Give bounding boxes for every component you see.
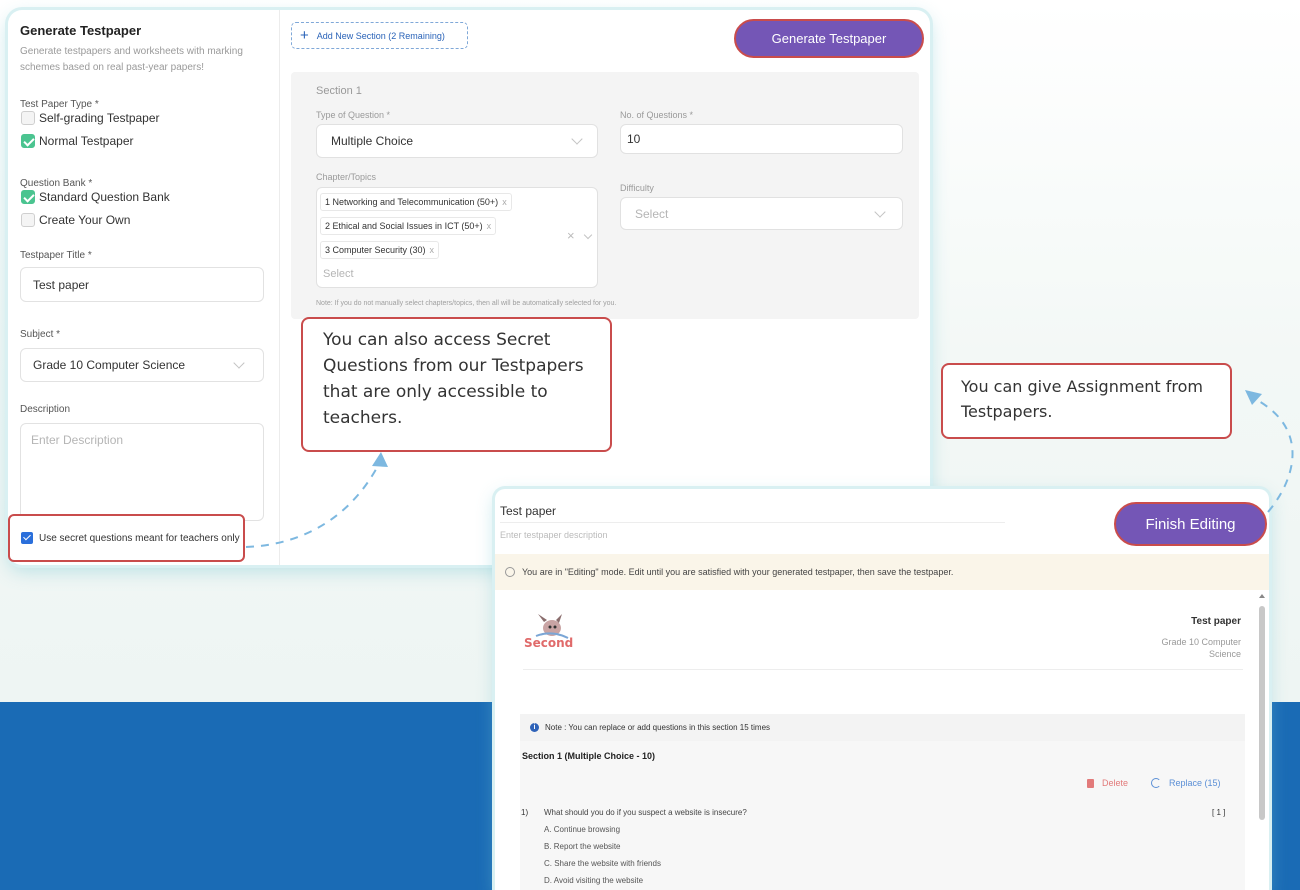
- checkbox-checked-icon[interactable]: [21, 190, 35, 204]
- arrowhead-icon: [1245, 390, 1262, 405]
- add-section-button[interactable]: + Add New Section (2 Remaining): [291, 22, 468, 49]
- divider: [500, 522, 1005, 523]
- plus-icon: +: [300, 27, 309, 44]
- description-label: Description: [20, 404, 71, 415]
- difficulty-label: Difficulty: [620, 183, 654, 193]
- panel-title: Generate Testpaper: [20, 23, 142, 38]
- secret-questions-label: Use secret questions meant for teachers …: [39, 532, 240, 544]
- editing-mode-banner: You are in "Editing" mode. Edit until yo…: [495, 554, 1269, 590]
- paper-type-label-text: Self-grading Testpaper: [39, 111, 160, 125]
- chapter-tag-label: 3 Computer Security (30): [325, 245, 426, 255]
- chapters-label: Chapter/Topics: [316, 172, 377, 182]
- replace-button[interactable]: Replace (15): [1151, 778, 1221, 788]
- question-bank-standard[interactable]: Standard Question Bank: [21, 190, 170, 204]
- scrollbar-thumb[interactable]: [1259, 606, 1265, 820]
- question-bank-label: Question Bank *: [20, 178, 93, 189]
- info-icon: i: [530, 723, 539, 732]
- checkbox-checked-icon[interactable]: [21, 532, 33, 544]
- svg-text:Second: Second: [524, 636, 573, 650]
- edit-icon: [505, 567, 515, 577]
- trash-icon: [1087, 778, 1094, 788]
- logo-icon: Second: [524, 614, 573, 650]
- paper-title: Test paper: [1191, 616, 1241, 627]
- question-bank-custom[interactable]: Create Your Own: [21, 213, 130, 227]
- answer-option: D. Avoid visiting the website: [544, 876, 644, 885]
- chapter-tag[interactable]: 1 Networking and Telecommunication (50+)…: [320, 193, 512, 211]
- settings-column: Generate Testpaper Generate testpapers a…: [8, 10, 280, 565]
- subject-value: Grade 10 Computer Science: [33, 358, 186, 372]
- chevron-down-icon: [583, 230, 593, 240]
- delete-label: Delete: [1102, 778, 1129, 788]
- question-number: 1): [521, 808, 529, 817]
- chapters-multiselect[interactable]: 1 Networking and Telecommunication (50+)…: [316, 187, 598, 288]
- section-heading: Section 1 (Multiple Choice - 10): [522, 751, 656, 761]
- answer-option: B. Report the website: [544, 842, 621, 851]
- chapter-tag-label: 2 Ethical and Social Issues in ICT (50+): [325, 221, 483, 231]
- question-type-value: Multiple Choice: [331, 134, 414, 148]
- checkbox-icon[interactable]: [21, 213, 35, 227]
- secret-questions-toggle[interactable]: Use secret questions meant for teachers …: [8, 514, 245, 562]
- generate-testpaper-button[interactable]: Generate Testpaper: [734, 19, 924, 58]
- refresh-icon: [1151, 778, 1161, 788]
- question-marks: [ 1 ]: [1212, 808, 1226, 817]
- remove-tag-icon[interactable]: x: [430, 245, 435, 255]
- subject-select[interactable]: Grade 10 Computer Science: [20, 348, 264, 382]
- editing-mode-text: You are in "Editing" mode. Edit until yo…: [522, 567, 954, 577]
- chevron-down-icon: [233, 357, 245, 369]
- chapter-tag[interactable]: 2 Ethical and Social Issues in ICT (50+)…: [320, 217, 497, 235]
- replace-note-text: Note : You can replace or add questions …: [545, 723, 771, 732]
- add-section-label: Add New Section (2 Remaining): [316, 30, 445, 41]
- panel-description: Generate testpapers and worksheets with …: [20, 46, 243, 73]
- finish-editing-button[interactable]: Finish Editing: [1114, 502, 1267, 546]
- answer-option: A. Continue browsing: [544, 825, 621, 834]
- chevron-down-icon: [874, 206, 886, 218]
- description-textarea[interactable]: Enter Description: [20, 423, 264, 521]
- scroll-up-icon[interactable]: [1259, 594, 1265, 598]
- testpaper-title-input[interactable]: Test paper: [20, 267, 264, 302]
- paper-type-label-text: Normal Testpaper: [39, 134, 134, 148]
- question-type-label: Type of Question *: [316, 110, 391, 120]
- delete-button[interactable]: Delete: [1087, 778, 1128, 788]
- chapters-note: Note: If you do not manually select chap…: [316, 300, 617, 307]
- section-config: Section 1 Type of Question * Multiple Ch…: [291, 72, 919, 319]
- question-count-label: No. of Questions *: [620, 110, 694, 120]
- section-title: Section 1: [316, 85, 362, 97]
- remove-tag-icon[interactable]: x: [487, 221, 492, 231]
- question-type-select[interactable]: Multiple Choice: [316, 124, 598, 158]
- difficulty-placeholder: Select: [635, 206, 669, 221]
- scrollbar[interactable]: [1258, 594, 1266, 890]
- chapter-tag[interactable]: 3 Computer Security (30) x: [320, 241, 440, 259]
- chevron-down-icon: [571, 133, 583, 145]
- checkbox-icon[interactable]: [21, 111, 35, 125]
- editor-title-input[interactable]: Test paper: [500, 504, 556, 518]
- chapter-tag-label: 1 Networking and Telecommunication (50+): [325, 197, 499, 207]
- testpaper-title-label: Testpaper Title *: [20, 250, 92, 261]
- question-bank-label-text: Create Your Own: [39, 213, 131, 227]
- paper-type-self-grading[interactable]: Self-grading Testpaper: [21, 111, 160, 125]
- generate-testpaper-panel: Generate Testpaper Generate testpapers a…: [8, 10, 930, 565]
- testpaper-editor: Test paper Enter testpaper description F…: [495, 489, 1269, 890]
- checkbox-checked-icon[interactable]: [21, 134, 35, 148]
- paper-subject: Grade 10 Computer Science: [1161, 637, 1241, 659]
- answer-option: C. Share the website with friends: [544, 859, 661, 868]
- clear-icon[interactable]: ×: [567, 228, 575, 243]
- editor-description-input[interactable]: Enter testpaper description: [500, 530, 608, 540]
- question-count-input[interactable]: 10: [620, 124, 903, 154]
- assignment-callout: You can give Assignment from Testpapers.: [941, 363, 1232, 439]
- replace-note: i Note : You can replace or add question…: [520, 714, 1245, 741]
- remove-tag-icon[interactable]: x: [502, 197, 507, 207]
- divider: [523, 669, 1243, 670]
- paper-type-label: Test Paper Type *: [20, 99, 99, 110]
- chapters-placeholder: Select: [323, 268, 354, 280]
- difficulty-select[interactable]: Select: [620, 197, 903, 230]
- subject-label: Subject *: [20, 329, 61, 340]
- replace-label: Replace (15): [1169, 778, 1221, 788]
- question-text: What should you do if you suspect a webs…: [544, 808, 747, 817]
- paper-type-normal[interactable]: Normal Testpaper: [21, 134, 134, 148]
- secret-questions-callout: You can also access Secret Questions fro…: [301, 317, 612, 452]
- question-bank-label-text: Standard Question Bank: [39, 190, 170, 204]
- testpaper-preview: Second Test paper Grade 10 Computer Scie…: [505, 594, 1255, 890]
